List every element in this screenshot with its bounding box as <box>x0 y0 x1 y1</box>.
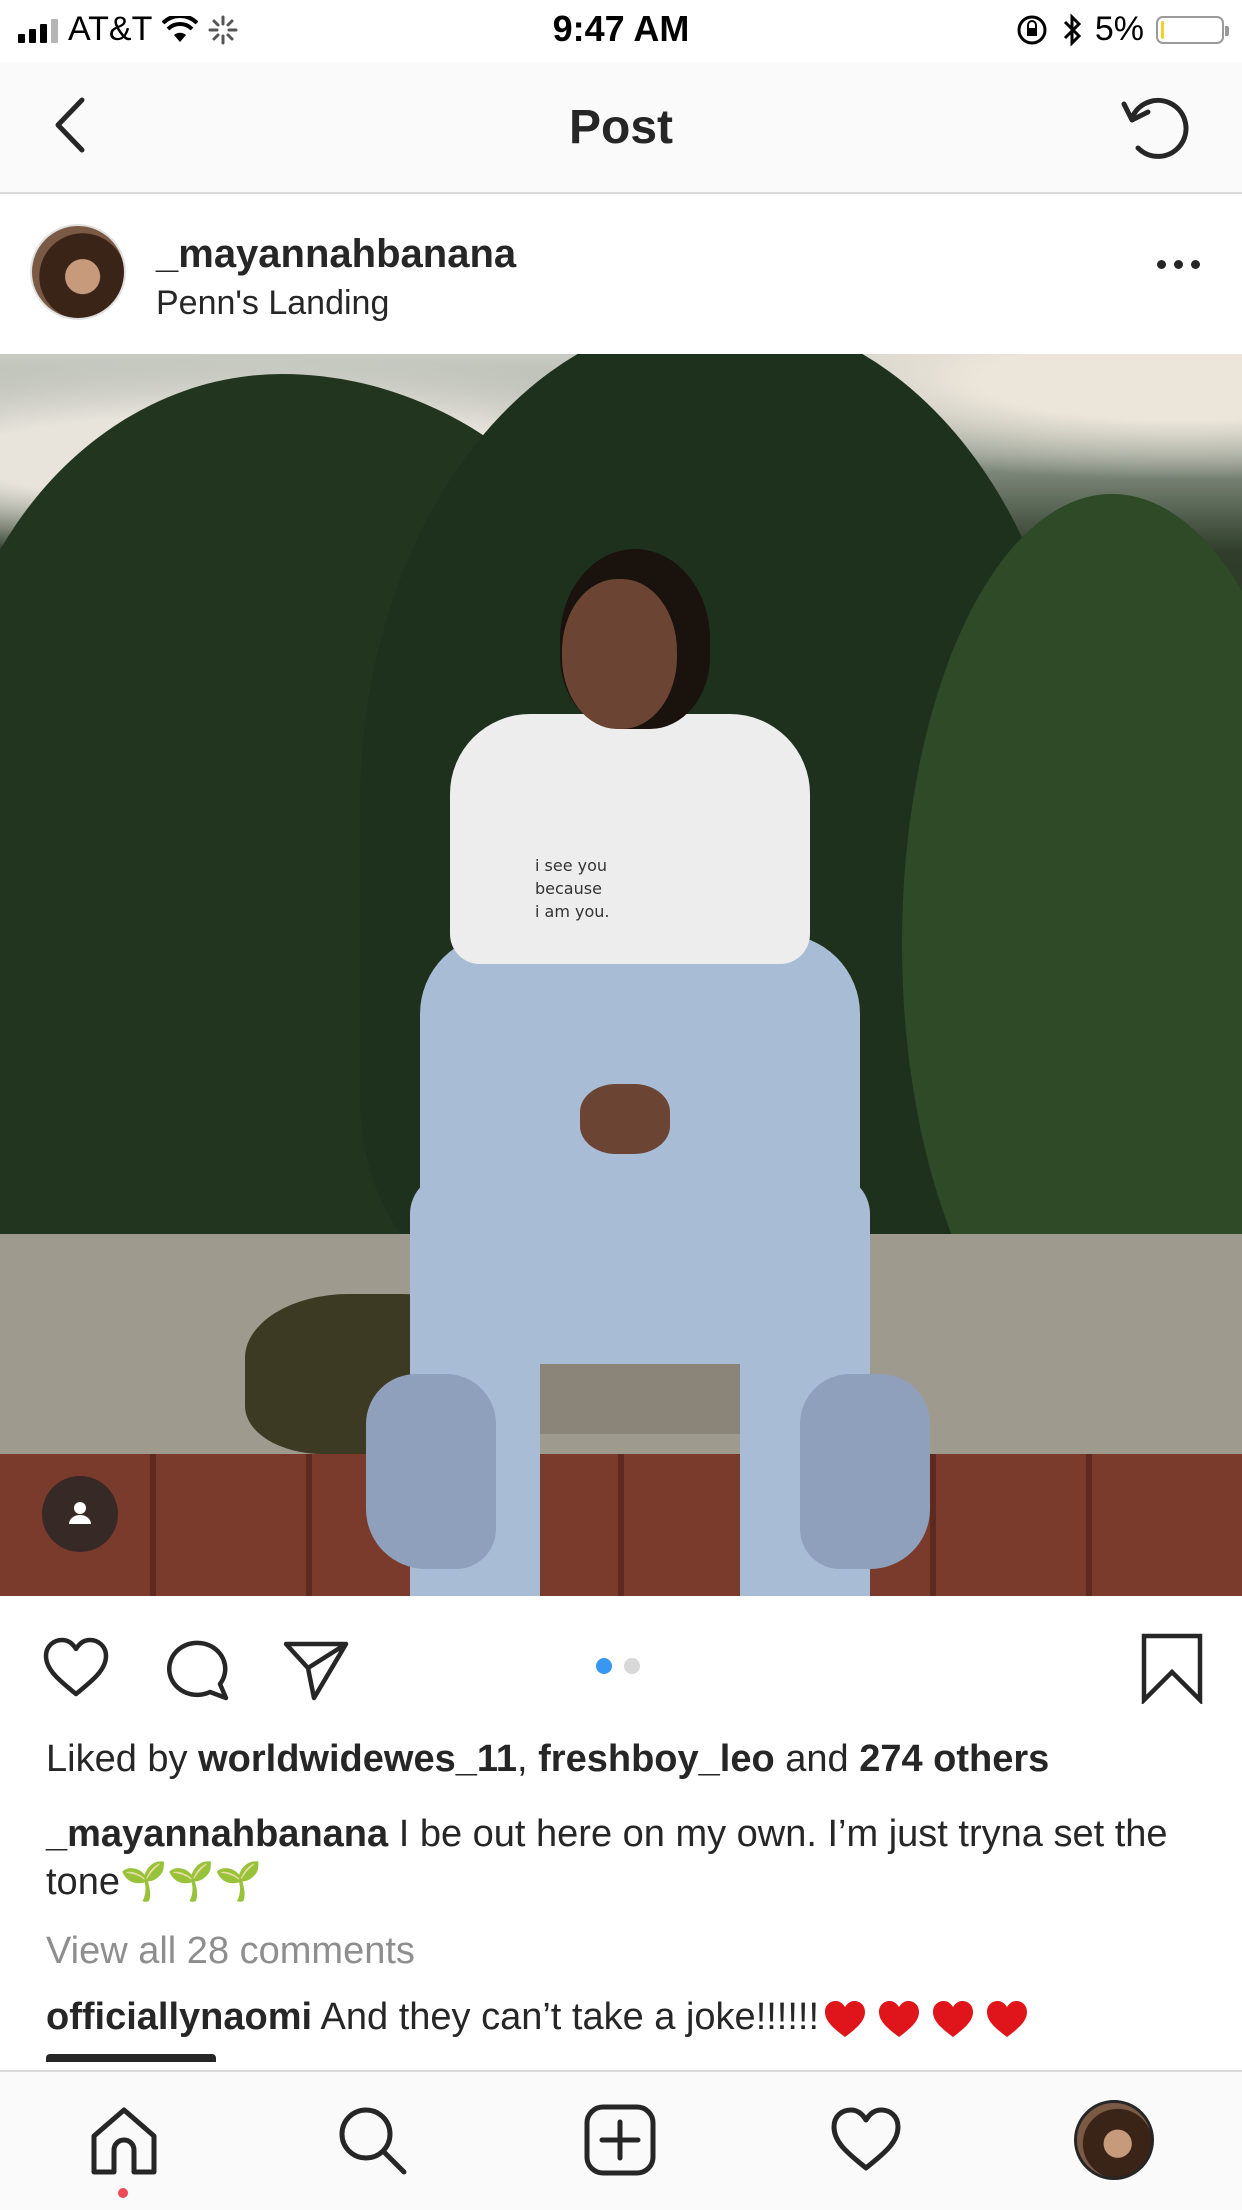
likes-line: Liked by worldwidewes_11, freshboy_leo a… <box>46 1738 1049 1781</box>
shirt-line-1: i see you <box>535 856 608 875</box>
seedling-emoji: 🌱🌱🌱 <box>119 1861 262 1903</box>
tab-bar <box>0 2070 1242 2210</box>
liker-link-1[interactable]: worldwidewes_11 <box>198 1738 517 1780</box>
post-photo[interactable]: i see you because i am you. <box>0 354 1242 1596</box>
red-heart-icon <box>987 2000 1028 2037</box>
rotation-lock-icon <box>1017 15 1047 44</box>
share-icon[interactable] <box>280 1632 352 1704</box>
shirt-text: i see you because i am you. <box>535 854 655 923</box>
likes-prefix: Liked by <box>46 1738 188 1780</box>
carousel-dot <box>596 1658 612 1674</box>
red-heart-icon <box>933 2000 974 2037</box>
red-heart-icon <box>879 2000 920 2037</box>
battery-fill <box>1161 20 1164 39</box>
home-icon[interactable] <box>86 2102 162 2178</box>
view-all-comments-link[interactable]: View all 28 comments <box>46 1930 415 1973</box>
comment-row: officiallynaomi And they can’t take a jo… <box>46 1996 1029 2039</box>
liker-link-2[interactable]: freshboy_leo <box>538 1738 775 1780</box>
status-bar: AT&T 9:47 AM 5% <box>0 0 1242 62</box>
likes-conj: and <box>785 1738 849 1780</box>
carousel-indicator <box>596 1658 640 1674</box>
avatar[interactable] <box>30 224 126 320</box>
nav-header: Post <box>0 62 1242 194</box>
likes-separator: , <box>517 1738 528 1780</box>
carousel-dot <box>624 1658 640 1674</box>
heart-icon[interactable] <box>40 1632 112 1704</box>
home-notification-dot <box>118 2188 128 2198</box>
comment-username[interactable]: officiallynaomi <box>46 1996 312 2038</box>
comment-icon[interactable] <box>162 1632 234 1704</box>
comment-text: And they can’t take a joke!!!!!! <box>320 1996 820 2038</box>
new-post-icon[interactable] <box>582 2102 658 2178</box>
profile-avatar[interactable] <box>1074 2100 1154 2180</box>
battery-icon <box>1156 15 1229 44</box>
bluetooth-icon <box>1063 12 1081 47</box>
person-icon <box>69 1502 91 1524</box>
post-caption: _mayannahbanana I be out here on my own.… <box>46 1810 1206 1906</box>
post-location[interactable]: Penn's Landing <box>156 284 389 323</box>
battery-percent: 5% <box>1094 10 1144 48</box>
tagged-people-button[interactable] <box>42 1476 118 1552</box>
shirt-line-2: because <box>535 879 602 898</box>
post-username[interactable]: _mayannahbanana <box>156 232 516 277</box>
shirt-line-3: i am you. <box>535 902 610 921</box>
search-icon[interactable] <box>334 2102 410 2178</box>
heart-emojis <box>823 1999 1029 2039</box>
red-heart-icon <box>825 2000 866 2037</box>
caption-username[interactable]: _mayannahbanana <box>46 1813 388 1855</box>
post-actions <box>0 1596 1242 1736</box>
activity-heart-icon[interactable] <box>828 2102 904 2178</box>
refresh-icon[interactable] <box>1118 88 1194 164</box>
status-right: 5% <box>1015 10 1229 49</box>
page-title: Post <box>568 101 673 154</box>
likes-others-link[interactable]: 274 others <box>859 1738 1049 1780</box>
more-dots-icon[interactable] <box>1157 260 1200 269</box>
post-header: _mayannahbanana Penn's Landing <box>0 194 1242 352</box>
bookmark-icon[interactable] <box>1136 1632 1208 1704</box>
